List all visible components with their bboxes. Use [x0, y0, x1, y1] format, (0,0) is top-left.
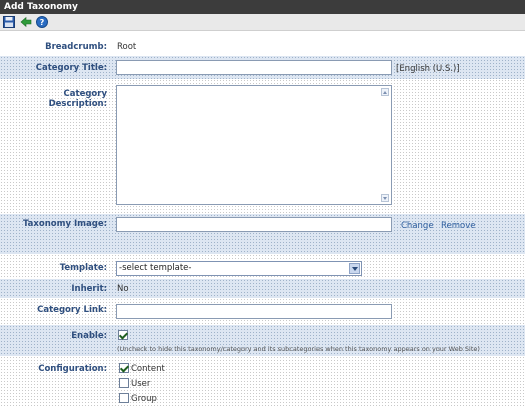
configuration-content-checkbox[interactable]: [119, 363, 129, 373]
category-description-textarea[interactable]: [116, 85, 392, 205]
taxonomy-image-row: Taxonomy Image: Change Remove: [0, 214, 525, 254]
enable-checkbox[interactable]: [118, 330, 128, 340]
taxonomy-image-label: Taxonomy Image:: [22, 219, 107, 229]
remove-image-link[interactable]: Remove: [441, 221, 476, 231]
scroll-down-icon[interactable]: [381, 194, 389, 202]
chevron-down-icon[interactable]: [349, 263, 360, 274]
enable-note: (Uncheck to hide this taxonomy/category …: [117, 345, 480, 353]
breadcrumb-value: Root: [117, 42, 137, 52]
enable-row: Enable: (Uncheck to hide this taxonomy/c…: [0, 325, 525, 356]
template-selected-value: -select template-: [119, 263, 192, 273]
toolbar: ?: [0, 14, 525, 31]
breadcrumb-label: Breadcrumb:: [45, 42, 107, 52]
configuration-user-checkbox[interactable]: [119, 378, 129, 388]
taxonomy-image-input[interactable]: [116, 217, 392, 232]
category-title-input[interactable]: [116, 60, 392, 75]
inherit-row: Inherit: No: [0, 279, 525, 298]
category-link-row: Category Link:: [0, 298, 525, 325]
configuration-user-label: User: [131, 379, 151, 389]
category-title-row: Category Title: [English (U.S.)]: [0, 56, 525, 79]
window-title: Add Taxonomy: [0, 0, 525, 14]
configuration-group-label: Group: [131, 394, 157, 404]
category-description-row: Category Description:: [0, 79, 525, 214]
inherit-value: No: [117, 284, 129, 294]
configuration-row: Configuration: Content User Group: [0, 356, 525, 406]
configuration-group-checkbox[interactable]: [119, 393, 129, 403]
template-label: Template:: [59, 263, 107, 273]
back-arrow-icon[interactable]: [20, 16, 32, 28]
help-icon[interactable]: ?: [36, 16, 48, 28]
scroll-up-icon[interactable]: [381, 88, 389, 96]
language-label: [English (U.S.)]: [396, 64, 460, 74]
category-title-label: Category Title:: [35, 63, 107, 73]
inherit-label: Inherit:: [71, 284, 107, 294]
save-icon[interactable]: [3, 16, 15, 28]
enable-label: Enable:: [71, 331, 107, 341]
configuration-content-label: Content: [131, 364, 165, 374]
category-link-input[interactable]: [116, 304, 392, 319]
change-image-link[interactable]: Change: [401, 221, 434, 231]
breadcrumb-row: Breadcrumb: Root: [0, 31, 525, 56]
svg-text:?: ?: [40, 18, 45, 27]
configuration-label: Configuration:: [38, 364, 107, 374]
category-description-label: Category Description:: [48, 89, 107, 109]
template-select[interactable]: -select template-: [116, 261, 362, 276]
template-row: Template: -select template-: [0, 254, 525, 279]
category-link-label: Category Link:: [37, 305, 107, 315]
